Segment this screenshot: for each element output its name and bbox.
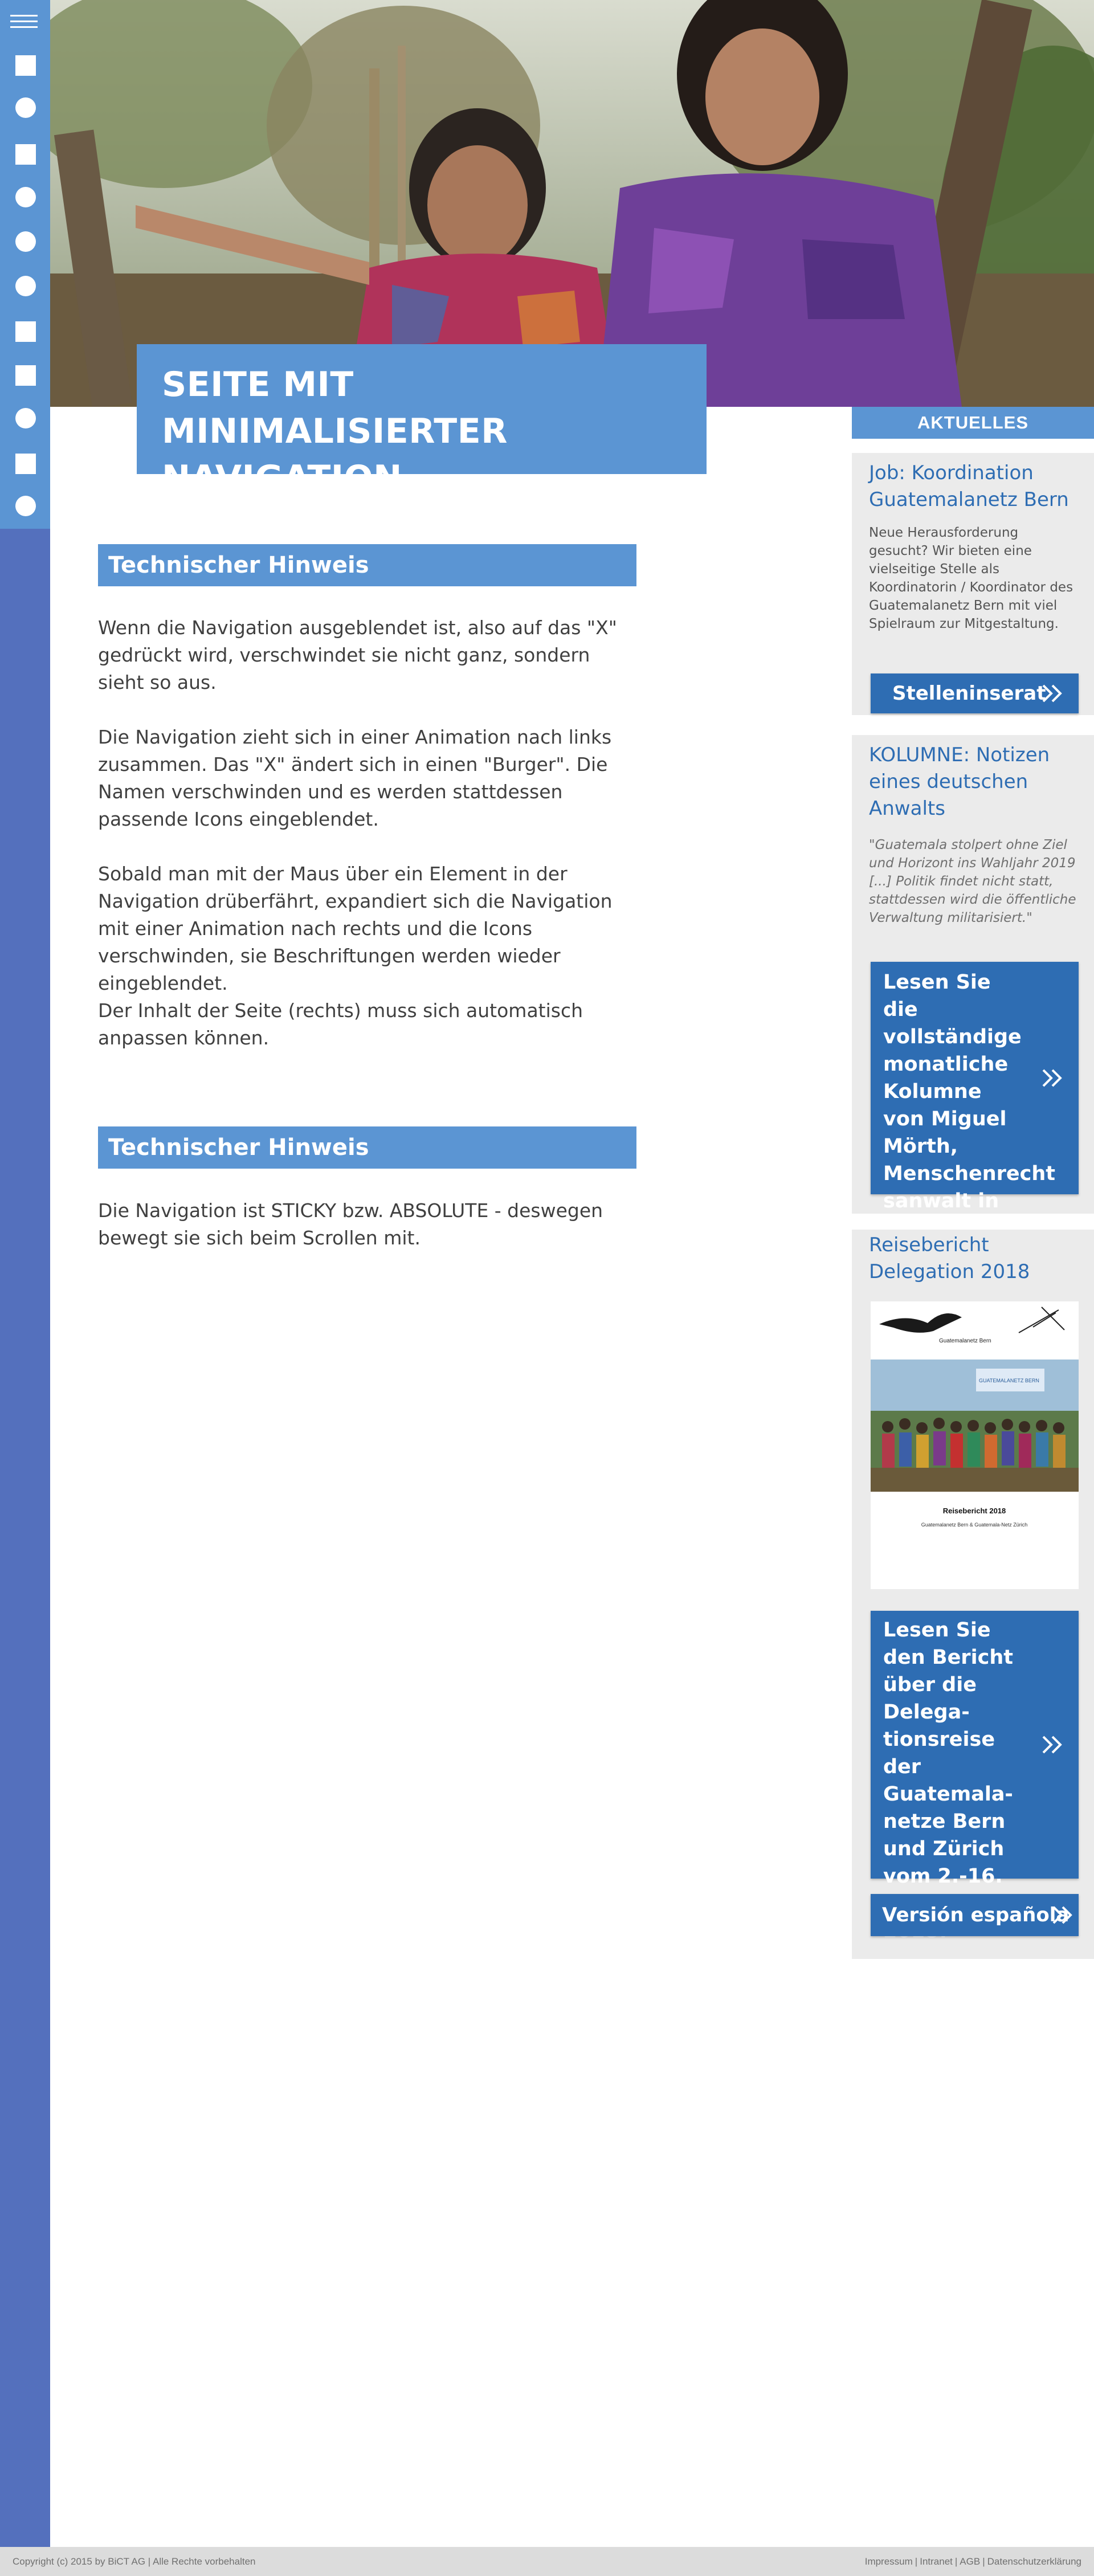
footer-separator: |	[954, 2556, 958, 2567]
column-card-title[interactable]: KOLUMNE: Notizen eines deutschen Anwalts	[869, 742, 1077, 822]
footer-separator: |	[915, 2556, 918, 2567]
double-chevron-right-icon	[1042, 1736, 1062, 1754]
double-chevron-right-icon	[1042, 1069, 1062, 1087]
job-posting-button[interactable]: Stelleninserat	[871, 673, 1079, 713]
nav-square-icon[interactable]	[15, 144, 36, 165]
footer-link-intranet[interactable]: Intranet	[920, 2556, 953, 2567]
page-title-box: SEITE MIT MINIMALISIERTER NAVIGATION	[137, 344, 707, 498]
report-banner-text: GUATEMALANETZ BERN	[979, 1378, 1039, 1383]
nav-circle-icon[interactable]	[15, 408, 36, 428]
spanish-version-button[interactable]: Versión española	[871, 1894, 1079, 1936]
nav-square-icon[interactable]	[15, 454, 36, 474]
footer-copyright: Copyright (c) 2015 by BiCT AG | Alle Rec…	[13, 2556, 256, 2567]
report-cover-image[interactable]: Guatemalanetz Bern GUATEMALANETZ BERN Re…	[871, 1301, 1079, 1589]
footer-link-impressum[interactable]: Impressum	[865, 2556, 913, 2567]
sidebar-nav-panel	[0, 0, 50, 529]
spanish-version-label: Versión española	[882, 1904, 1069, 1926]
section-heading: Technischer Hinweis	[98, 544, 636, 586]
footer: Copyright (c) 2015 by BiCT AG | Alle Rec…	[0, 2547, 1094, 2576]
nav-square-icon[interactable]	[15, 365, 36, 386]
nav-circle-icon[interactable]	[15, 97, 36, 118]
job-card-title[interactable]: Job: Koordination Guatemalanetz Bern	[869, 460, 1077, 513]
paragraph: Der Inhalt der Seite (rechts) muss sich …	[98, 999, 583, 1049]
section-heading-text: Technischer Hinweis	[108, 552, 369, 578]
double-chevron-right-icon	[1042, 684, 1062, 703]
footer-link-datenschutz[interactable]: Datenschutzerklärung	[987, 2556, 1081, 2567]
report-caption-title: Reisebericht 2018	[943, 1507, 1006, 1515]
page-title: SEITE MIT MINIMALISIERTER NAVIGATION	[162, 365, 508, 498]
news-header: AKTUELLES	[852, 407, 1094, 439]
nav-square-icon[interactable]	[15, 321, 36, 342]
job-card-text: Neue Herausforderung gesucht? Wir bieten…	[869, 525, 1073, 631]
nav-circle-icon[interactable]	[15, 231, 36, 252]
column-card-quote: "Guatemala stolpert ohne Ziel und Horizo…	[869, 838, 1076, 925]
column-button-label: Lesen Sie die vollständige monatliche Ko…	[883, 971, 1056, 1240]
double-chevron-right-icon	[1052, 1906, 1072, 1924]
report-caption-sub: Guatemalanetz Bern & Guatemala-Netz Züri…	[921, 1522, 1028, 1528]
paragraph: Die Navigation zieht sich in einer Anima…	[98, 726, 612, 830]
paragraph: Die Navigation ist STICKY bzw. ABSOLUTE …	[98, 1199, 603, 1249]
footer-link-agb[interactable]: AGB	[960, 2556, 980, 2567]
paragraph: Sobald man mit der Maus über ein Element…	[98, 863, 613, 994]
nav-circle-icon[interactable]	[15, 496, 36, 516]
report-logo-text: Guatemalanetz Bern	[939, 1338, 991, 1344]
hamburger-menu-icon[interactable]	[10, 13, 38, 31]
report-read-more-button[interactable]: Lesen Sie den Bericht über die Delega- t…	[871, 1611, 1079, 1942]
paragraph: Wenn die Navigation ausgeblendet ist, al…	[98, 617, 617, 693]
job-posting-button-label: Stelleninserat	[892, 682, 1046, 705]
section-heading-text: Technischer Hinweis	[108, 1134, 369, 1161]
footer-links: Impressum | Intranet | AGB | Datenschutzerklär…	[865, 2547, 1081, 2576]
section-heading: Technischer Hinweis	[98, 1126, 636, 1169]
footer-separator: |	[982, 2556, 985, 2567]
nav-circle-icon[interactable]	[15, 276, 36, 296]
column-read-more-button[interactable]: Lesen Sie die vollständige monatliche Ko…	[871, 962, 1079, 1240]
report-card-title[interactable]: Reisebericht Delegation 2018	[869, 1232, 1077, 1285]
nav-square-icon[interactable]	[15, 55, 36, 76]
nav-circle-icon[interactable]	[15, 187, 36, 207]
sidebar-navigation	[0, 0, 50, 2547]
